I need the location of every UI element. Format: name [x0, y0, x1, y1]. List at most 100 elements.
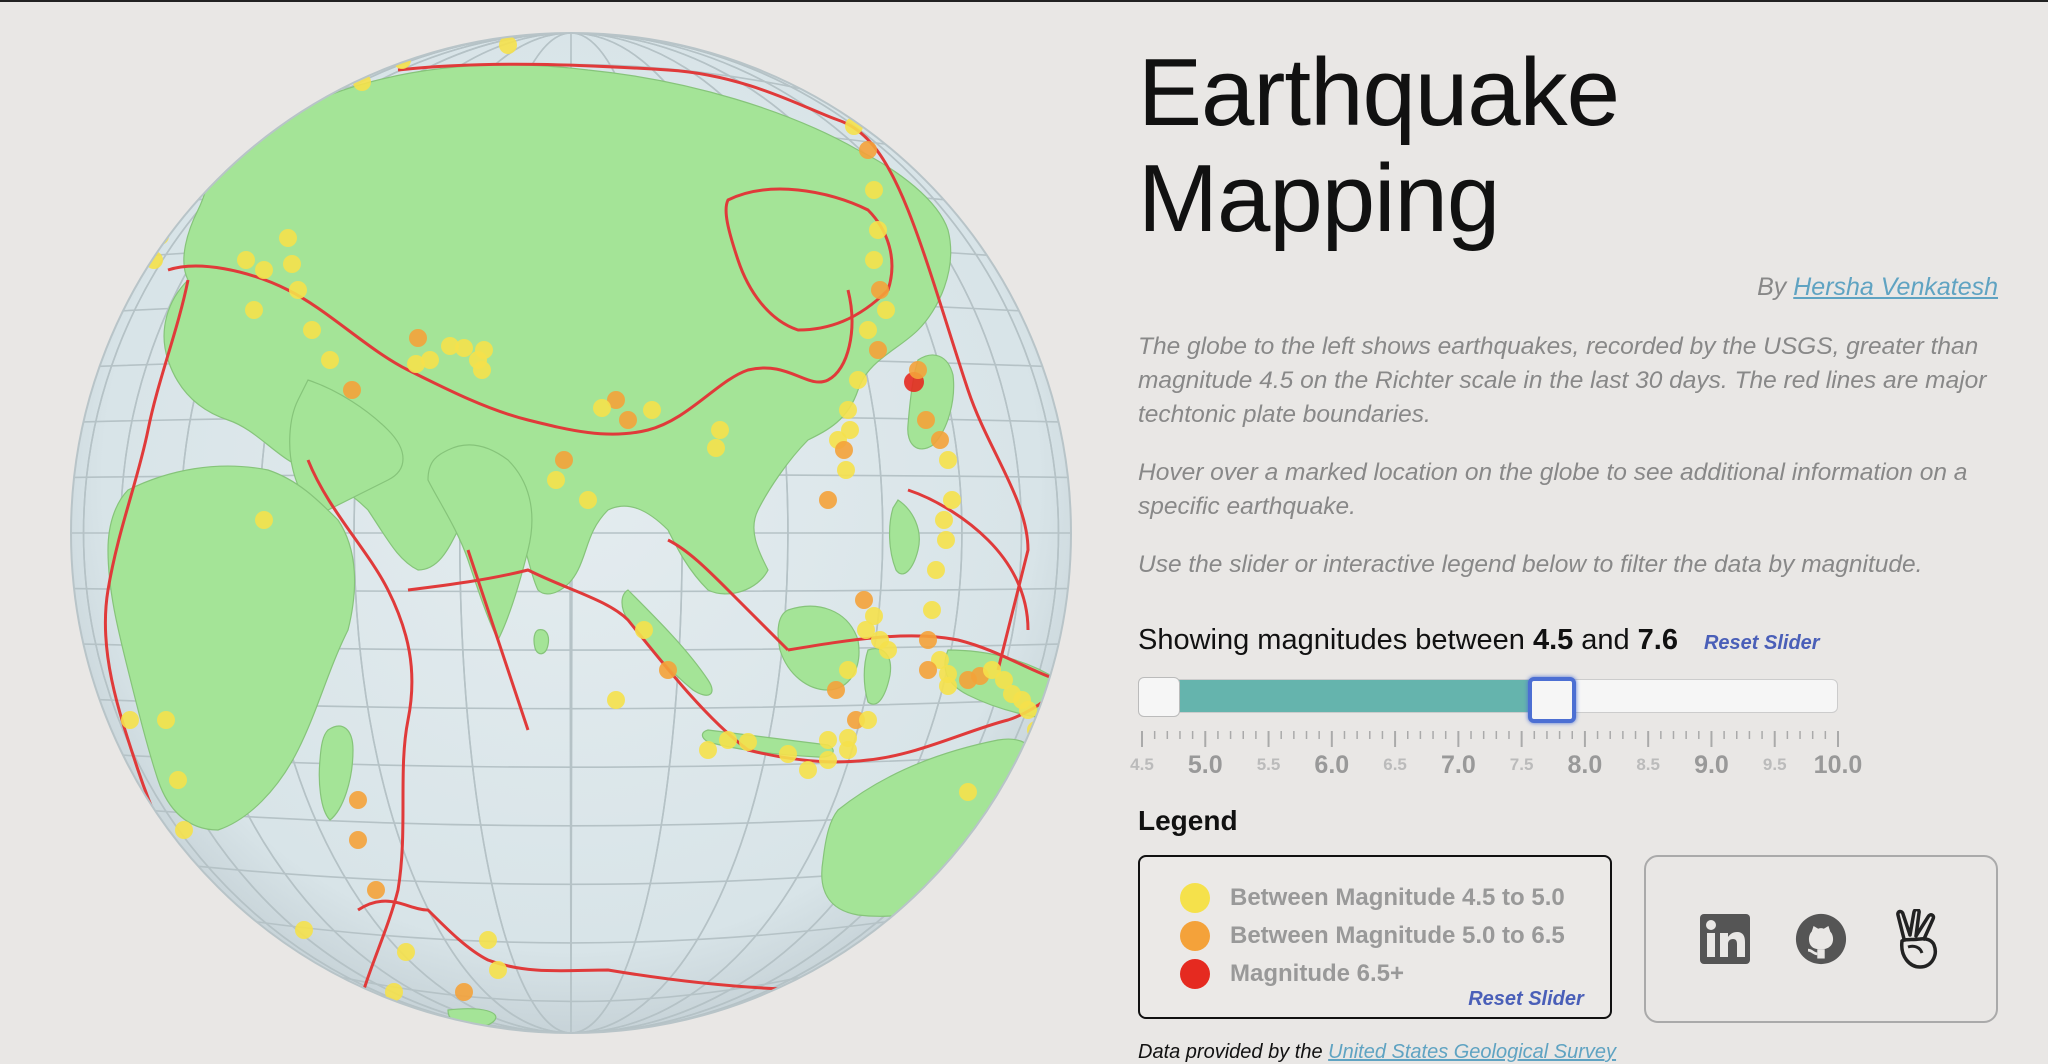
- earthquake-marker[interactable]: [245, 301, 263, 319]
- earthquake-marker[interactable]: [779, 745, 797, 763]
- legend-item-medium[interactable]: Between Magnitude 5.0 to 6.5: [1180, 917, 1610, 955]
- reset-slider-link[interactable]: Reset Slider: [1704, 632, 1820, 655]
- linkedin-icon[interactable]: [1699, 911, 1751, 967]
- earthquake-marker[interactable]: [935, 511, 953, 529]
- earthquake-marker[interactable]: [837, 461, 855, 479]
- earthquake-marker[interactable]: [839, 401, 857, 419]
- earthquake-marker[interactable]: [1019, 701, 1037, 719]
- earthquake-marker[interactable]: [839, 661, 857, 679]
- earthquake-marker[interactable]: [441, 337, 459, 355]
- earthquake-marker[interactable]: [859, 321, 877, 339]
- earthquake-marker[interactable]: [819, 491, 837, 509]
- earthquake-marker[interactable]: [855, 591, 873, 609]
- earthquake-marker[interactable]: [555, 451, 573, 469]
- earthquake-marker[interactable]: [1017, 761, 1035, 779]
- earthquake-marker[interactable]: [409, 329, 427, 347]
- earthquake-marker[interactable]: [869, 221, 887, 239]
- earthquake-marker[interactable]: [489, 961, 507, 979]
- earthquake-marker[interactable]: [579, 491, 597, 509]
- earthquake-marker[interactable]: [931, 431, 949, 449]
- earthquake-marker[interactable]: [859, 141, 877, 159]
- legend-reset-link[interactable]: Reset Slider: [1468, 988, 1584, 1011]
- earthquake-marker[interactable]: [479, 931, 497, 949]
- earthquake-marker[interactable]: [719, 731, 737, 749]
- earthquake-marker[interactable]: [455, 983, 473, 1001]
- earthquake-marker[interactable]: [917, 411, 935, 429]
- earthquake-marker[interactable]: [707, 439, 725, 457]
- earthquake-marker[interactable]: [877, 301, 895, 319]
- earthquake-marker[interactable]: [635, 621, 653, 639]
- earthquake-marker[interactable]: [255, 511, 273, 529]
- tick-label-major: 8.0: [1567, 751, 1603, 780]
- earthquake-marker[interactable]: [927, 561, 945, 579]
- magnitude-slider[interactable]: [1138, 677, 1838, 724]
- earthquake-marker[interactable]: [237, 251, 255, 269]
- earthquake-marker[interactable]: [289, 281, 307, 299]
- slider-handle-max[interactable]: [1528, 677, 1576, 724]
- earthquake-marker[interactable]: [643, 401, 661, 419]
- earthquake-marker[interactable]: [871, 281, 889, 299]
- earthquake-marker[interactable]: [865, 251, 883, 269]
- angellist-icon[interactable]: [1891, 909, 1943, 969]
- earthquake-marker[interactable]: [343, 381, 361, 399]
- earthquake-marker[interactable]: [349, 831, 367, 849]
- earthquake-marker[interactable]: [321, 351, 339, 369]
- earthquake-marker[interactable]: [711, 421, 729, 439]
- earthquake-marker[interactable]: [937, 531, 955, 549]
- earthquake-marker[interactable]: [739, 733, 757, 751]
- author-link[interactable]: Hersha Venkatesh: [1793, 273, 1998, 301]
- earthquake-marker[interactable]: [283, 255, 301, 273]
- github-icon[interactable]: [1795, 911, 1847, 967]
- earthquake-marker[interactable]: [151, 227, 169, 245]
- earthquake-marker[interactable]: [619, 411, 637, 429]
- earthquake-marker[interactable]: [943, 491, 961, 509]
- earthquake-marker[interactable]: [469, 351, 487, 369]
- usgs-link[interactable]: United States Geological Survey: [1328, 1041, 1616, 1063]
- earthquake-marker[interactable]: [939, 677, 957, 695]
- earthquake-marker[interactable]: [827, 681, 845, 699]
- earthquake-marker[interactable]: [869, 341, 887, 359]
- earthquake-marker[interactable]: [407, 355, 425, 373]
- globe-svg[interactable]: [68, 30, 1074, 1036]
- earthquake-marker[interactable]: [923, 601, 941, 619]
- earthquake-marker[interactable]: [857, 621, 875, 639]
- earthquake-marker[interactable]: [919, 631, 937, 649]
- earthquake-marker[interactable]: [819, 731, 837, 749]
- earthquake-marker[interactable]: [547, 471, 565, 489]
- earthquake-marker[interactable]: [175, 821, 193, 839]
- earthquake-marker[interactable]: [295, 921, 313, 939]
- earthquake-marker[interactable]: [607, 691, 625, 709]
- earthquake-marker[interactable]: [279, 229, 297, 247]
- slider-handle-min[interactable]: [1138, 677, 1180, 718]
- earthquake-marker[interactable]: [397, 943, 415, 961]
- earthquake-marker[interactable]: [959, 783, 977, 801]
- earthquake-marker[interactable]: [699, 741, 717, 759]
- earthquake-globe[interactable]: [68, 30, 1074, 1036]
- earthquake-marker[interactable]: [255, 261, 273, 279]
- earthquake-marker[interactable]: [839, 741, 857, 759]
- earthquake-marker[interactable]: [799, 761, 817, 779]
- earthquake-marker[interactable]: [349, 791, 367, 809]
- earthquake-marker[interactable]: [169, 771, 187, 789]
- earthquake-marker[interactable]: [1019, 781, 1037, 799]
- earthquake-marker[interactable]: [367, 881, 385, 899]
- earthquake-marker[interactable]: [659, 661, 677, 679]
- earthquake-marker[interactable]: [835, 441, 853, 459]
- earthquake-marker[interactable]: [121, 711, 139, 729]
- earthquake-marker[interactable]: [939, 451, 957, 469]
- earthquake-marker[interactable]: [865, 181, 883, 199]
- tick-marks: [1141, 731, 1839, 748]
- tick-label-major: 7.0: [1440, 751, 1476, 780]
- earthquake-marker[interactable]: [819, 751, 837, 769]
- earthquake-marker[interactable]: [303, 321, 321, 339]
- tick-label-major: 6.0: [1314, 751, 1350, 780]
- earthquake-marker[interactable]: [919, 661, 937, 679]
- earthquake-marker[interactable]: [1023, 741, 1041, 759]
- earthquake-marker[interactable]: [849, 371, 867, 389]
- earthquake-marker[interactable]: [909, 361, 927, 379]
- legend-item-small[interactable]: Between Magnitude 4.5 to 5.0: [1180, 879, 1610, 917]
- earthquake-marker[interactable]: [859, 711, 877, 729]
- earthquake-marker[interactable]: [157, 711, 175, 729]
- earthquake-marker[interactable]: [593, 399, 611, 417]
- social-links: [1643, 855, 1998, 1024]
